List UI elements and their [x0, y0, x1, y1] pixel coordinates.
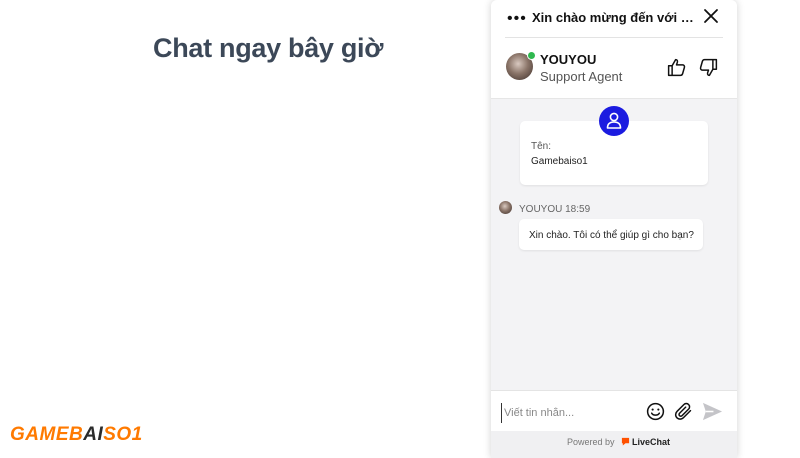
brand-logo-part3: SO1	[103, 424, 143, 445]
agent-role: Support Agent	[540, 69, 623, 84]
brand-logo-part1: GAMEB	[10, 424, 84, 445]
menu-dots-icon[interactable]: •••	[507, 10, 527, 28]
thumbs-up-icon[interactable]	[666, 57, 687, 78]
livechat-brand-text[interactable]: LiveChat	[632, 437, 670, 447]
form-field-value: Gamebaiso1	[531, 156, 588, 167]
message-input[interactable]	[501, 403, 641, 423]
powered-by-text: Powered by	[567, 437, 615, 447]
livechat-logo-icon	[621, 437, 630, 446]
brand-logo-part2: AI	[83, 424, 104, 445]
message-text: Xin chào. Tôi có thể giúp gì cho bạn?	[529, 230, 694, 241]
message-bubble: Xin chào. Tôi có thể giúp gì cho bạn?	[519, 219, 703, 250]
chat-header: ••• Xin chào mừng đến với LiveChat YOUYO…	[491, 0, 737, 99]
message-avatar	[499, 201, 512, 214]
header-top: ••• Xin chào mừng đến với LiveChat	[491, 0, 737, 36]
send-icon[interactable]	[701, 401, 724, 422]
widget-footer: Powered by LiveChat	[491, 431, 737, 458]
message-meta: YOUYOU 18:59	[519, 204, 591, 215]
thumbs-down-icon[interactable]	[698, 57, 719, 78]
agent-name: YOUYOU	[540, 52, 597, 67]
brand-logo[interactable]: GAMEBAISO1	[10, 424, 143, 446]
emoji-icon[interactable]	[646, 402, 665, 421]
form-field-label: Tên:	[531, 141, 552, 152]
header-divider	[505, 37, 723, 38]
chat-widget: ••• Xin chào mừng đến với LiveChat YOUYO…	[491, 0, 737, 458]
attachment-icon[interactable]	[673, 401, 694, 422]
composer	[491, 390, 737, 431]
page-heading: Chat ngay bây giờ	[153, 33, 384, 63]
online-status-dot	[527, 51, 536, 60]
chat-title: Xin chào mừng đến với LiveChat	[532, 10, 697, 25]
user-icon	[599, 106, 629, 136]
close-icon[interactable]	[703, 8, 719, 24]
